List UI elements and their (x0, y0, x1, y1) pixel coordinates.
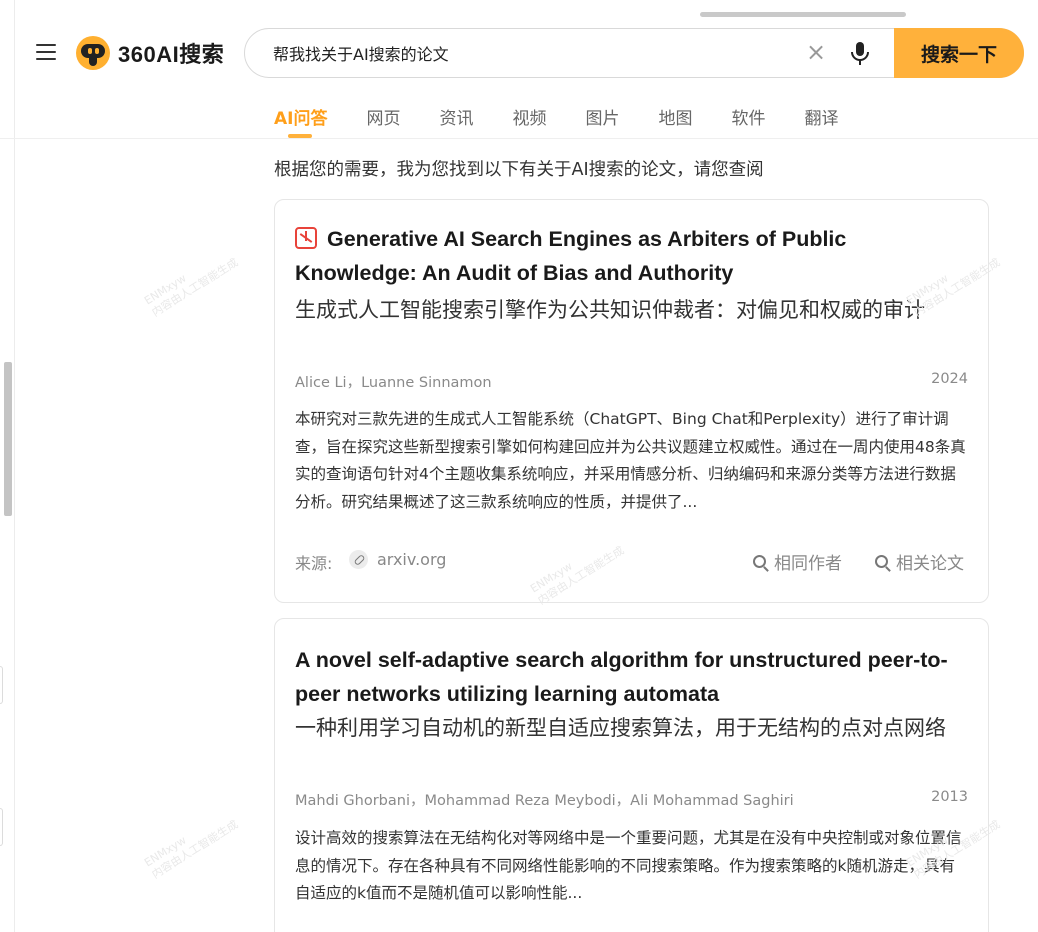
tab-images[interactable]: 图片 (585, 104, 619, 138)
logo[interactable]: 360AI搜索 (76, 36, 224, 70)
paper-title-cn: 一种利用学习自动机的新型自适应搜索算法，用于无结构的点对点网络 (295, 716, 946, 740)
search-icon (753, 555, 766, 568)
paper-title-en[interactable]: Generative AI Search Engines as Arbiters… (295, 222, 965, 290)
tab-translate[interactable]: 翻译 (804, 104, 838, 138)
robot-logo-icon (76, 36, 110, 70)
paper-authors: Mahdi Ghorbani，Mohammad Reza Meybodi，Ali… (295, 793, 794, 809)
paper-title-en-text: Generative AI Search Engines as Arbiters… (295, 227, 847, 285)
tab-web[interactable]: 网页 (366, 104, 400, 138)
search-icon (875, 555, 888, 568)
source-label: 来源: (295, 554, 333, 573)
related-papers-label: 相关论文 (896, 554, 964, 574)
same-author-label: 相同作者 (774, 554, 842, 574)
search-bar: × 搜索一下 (244, 28, 1024, 78)
paper-authors: Alice Li，Luanne Sinnamon (295, 375, 492, 391)
search-input[interactable] (273, 29, 793, 77)
paper-abstract: 设计高效的搜索算法在无结构化对等网络中是一个重要问题，尤其是在没有中央控制或对象… (295, 829, 962, 902)
tab-news[interactable]: 资讯 (439, 104, 473, 138)
search-button[interactable]: 搜索一下 (894, 28, 1024, 78)
scrollbar-thumb[interactable] (4, 362, 12, 516)
paper-card: Generative AI Search Engines as Arbiters… (274, 199, 989, 603)
divider (0, 138, 1038, 139)
paper-year: 2013 (931, 789, 968, 805)
side-panel-handle[interactable] (0, 808, 3, 846)
tab-video[interactable]: 视频 (512, 104, 546, 138)
source-link[interactable]: arxiv.org (377, 550, 446, 569)
link-icon (349, 550, 368, 569)
clear-icon[interactable]: × (805, 40, 827, 64)
paper-abstract: 本研究对三款先进的生成式人工智能系统（ChatGPT、Bing Chat和Per… (295, 410, 966, 511)
tab-maps[interactable]: 地图 (658, 104, 692, 138)
paper-title-cn: 生成式人工智能搜索引擎作为公共知识仲裁者：对偏见和权威的审计 (295, 298, 925, 322)
related-papers-button[interactable]: 相关论文 (875, 549, 964, 574)
answer-intro: 根据您的需要，我为您找到以下有关于AI搜索的论文，请您查阅 (274, 160, 764, 180)
side-panel-handle[interactable] (0, 666, 3, 704)
same-author-button[interactable]: 相同作者 (753, 549, 842, 574)
microphone-icon[interactable] (849, 41, 871, 67)
window-drag-handle[interactable] (700, 12, 906, 17)
tab-ai-qa[interactable]: AI问答 (274, 104, 327, 138)
paper-card: A novel self-adaptive search algorithm f… (274, 618, 989, 932)
tab-software[interactable]: 软件 (731, 104, 765, 138)
search-tabs: AI问答 网页 资讯 视频 图片 地图 软件 翻译 (274, 104, 877, 138)
hamburger-menu-icon[interactable] (36, 44, 56, 60)
paper-year: 2024 (931, 371, 968, 387)
paper-title-en[interactable]: A novel self-adaptive search algorithm f… (295, 643, 965, 711)
logo-text: 360AI搜索 (118, 42, 225, 67)
pdf-icon (295, 227, 317, 249)
